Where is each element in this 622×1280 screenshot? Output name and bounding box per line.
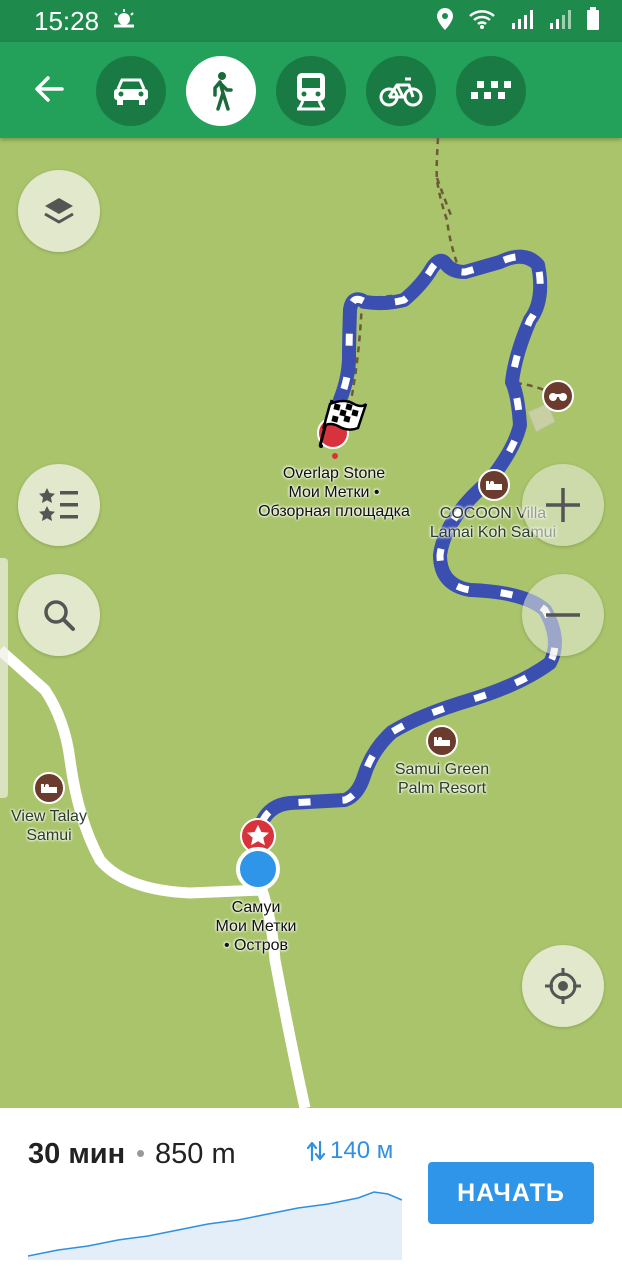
zoom-in-icon (546, 488, 580, 522)
route-distance: 850 m (155, 1138, 236, 1170)
status-bar: 15:28 (0, 0, 622, 42)
destination-name: Overlap Stone (282, 465, 386, 482)
destination-type: Обзорная площадка (258, 503, 410, 520)
location-icon (436, 7, 454, 36)
zoom-out-icon (546, 613, 580, 617)
origin-name: Самуи (231, 899, 281, 916)
signal-r-icon (510, 7, 534, 36)
origin-label[interactable]: Самуи Мои Метки • Остров (196, 898, 316, 955)
hotel-poi-icon[interactable] (478, 469, 510, 501)
pedestrian-icon (213, 72, 233, 111)
viewpoint-poi-icon[interactable] (542, 380, 574, 412)
mode-walk-button[interactable] (186, 56, 256, 126)
bookmarks-icon (39, 488, 78, 521)
zoom-out-button[interactable] (522, 574, 604, 656)
car-icon (114, 78, 148, 105)
wifi-icon (468, 8, 496, 35)
origin-type: • Остров (223, 937, 289, 954)
weather-icon (111, 8, 137, 35)
layers-button[interactable] (18, 170, 100, 252)
poi-name: Samui Green (394, 761, 490, 778)
layers-icon (44, 198, 74, 224)
status-time: 15:28 (34, 5, 100, 36)
back-button[interactable] (26, 66, 72, 112)
origin-category: Мои Метки (215, 918, 297, 935)
elevation-arrows-icon (306, 1140, 326, 1162)
mode-taxi-button[interactable] (456, 56, 526, 126)
taxi-icon (471, 81, 511, 99)
map-view[interactable]: Overlap Stone Мои Метки • Обзорная площа… (0, 138, 622, 1108)
search-button[interactable] (18, 574, 100, 656)
route-summary-panel[interactable]: 30 мин 850 m 140 м НАЧАТЬ (0, 1108, 622, 1280)
poi-name: View Talay (11, 808, 87, 825)
bicycle-icon (379, 77, 423, 107)
destination-label[interactable]: Overlap Stone Мои Метки • Обзорная площа… (244, 464, 424, 521)
hotel-poi-icon[interactable] (426, 725, 458, 757)
transport-mode-bar (0, 42, 622, 138)
signal-r-icon (548, 7, 572, 36)
poi-label-samui-green[interactable]: Samui Green Palm Resort (380, 760, 504, 798)
poi-label-view-talay[interactable]: View Talay Samui (0, 807, 98, 845)
hotel-poi-icon[interactable] (33, 772, 65, 804)
my-location-icon (545, 968, 581, 1004)
poi-name: Palm Resort (397, 780, 487, 797)
finish-flag-icon (312, 396, 368, 453)
battery-icon (586, 6, 600, 36)
destination-category: Мои Метки • (288, 484, 380, 501)
arrow-left-icon (35, 76, 64, 102)
route-time: 30 мин (28, 1138, 126, 1170)
mode-car-button[interactable] (96, 56, 166, 126)
zoom-in-button[interactable] (522, 464, 604, 546)
train-icon (297, 73, 325, 111)
mode-bike-button[interactable] (366, 56, 436, 126)
footpath (435, 138, 462, 273)
elevation-profile-chart[interactable] (28, 1184, 402, 1260)
search-icon (44, 600, 75, 631)
my-location-button[interactable] (522, 945, 604, 1027)
side-panel-handle[interactable] (0, 558, 8, 798)
bookmarks-button[interactable] (18, 464, 100, 546)
elevation-gain: 140 м (306, 1137, 393, 1165)
start-navigation-button[interactable]: НАЧАТЬ (428, 1162, 594, 1224)
poi-name: Samui (26, 827, 72, 844)
separator-dot (137, 1150, 144, 1157)
mode-transit-button[interactable] (276, 56, 346, 126)
elevation-value: 140 м (330, 1137, 394, 1164)
current-location-marker (236, 847, 280, 891)
